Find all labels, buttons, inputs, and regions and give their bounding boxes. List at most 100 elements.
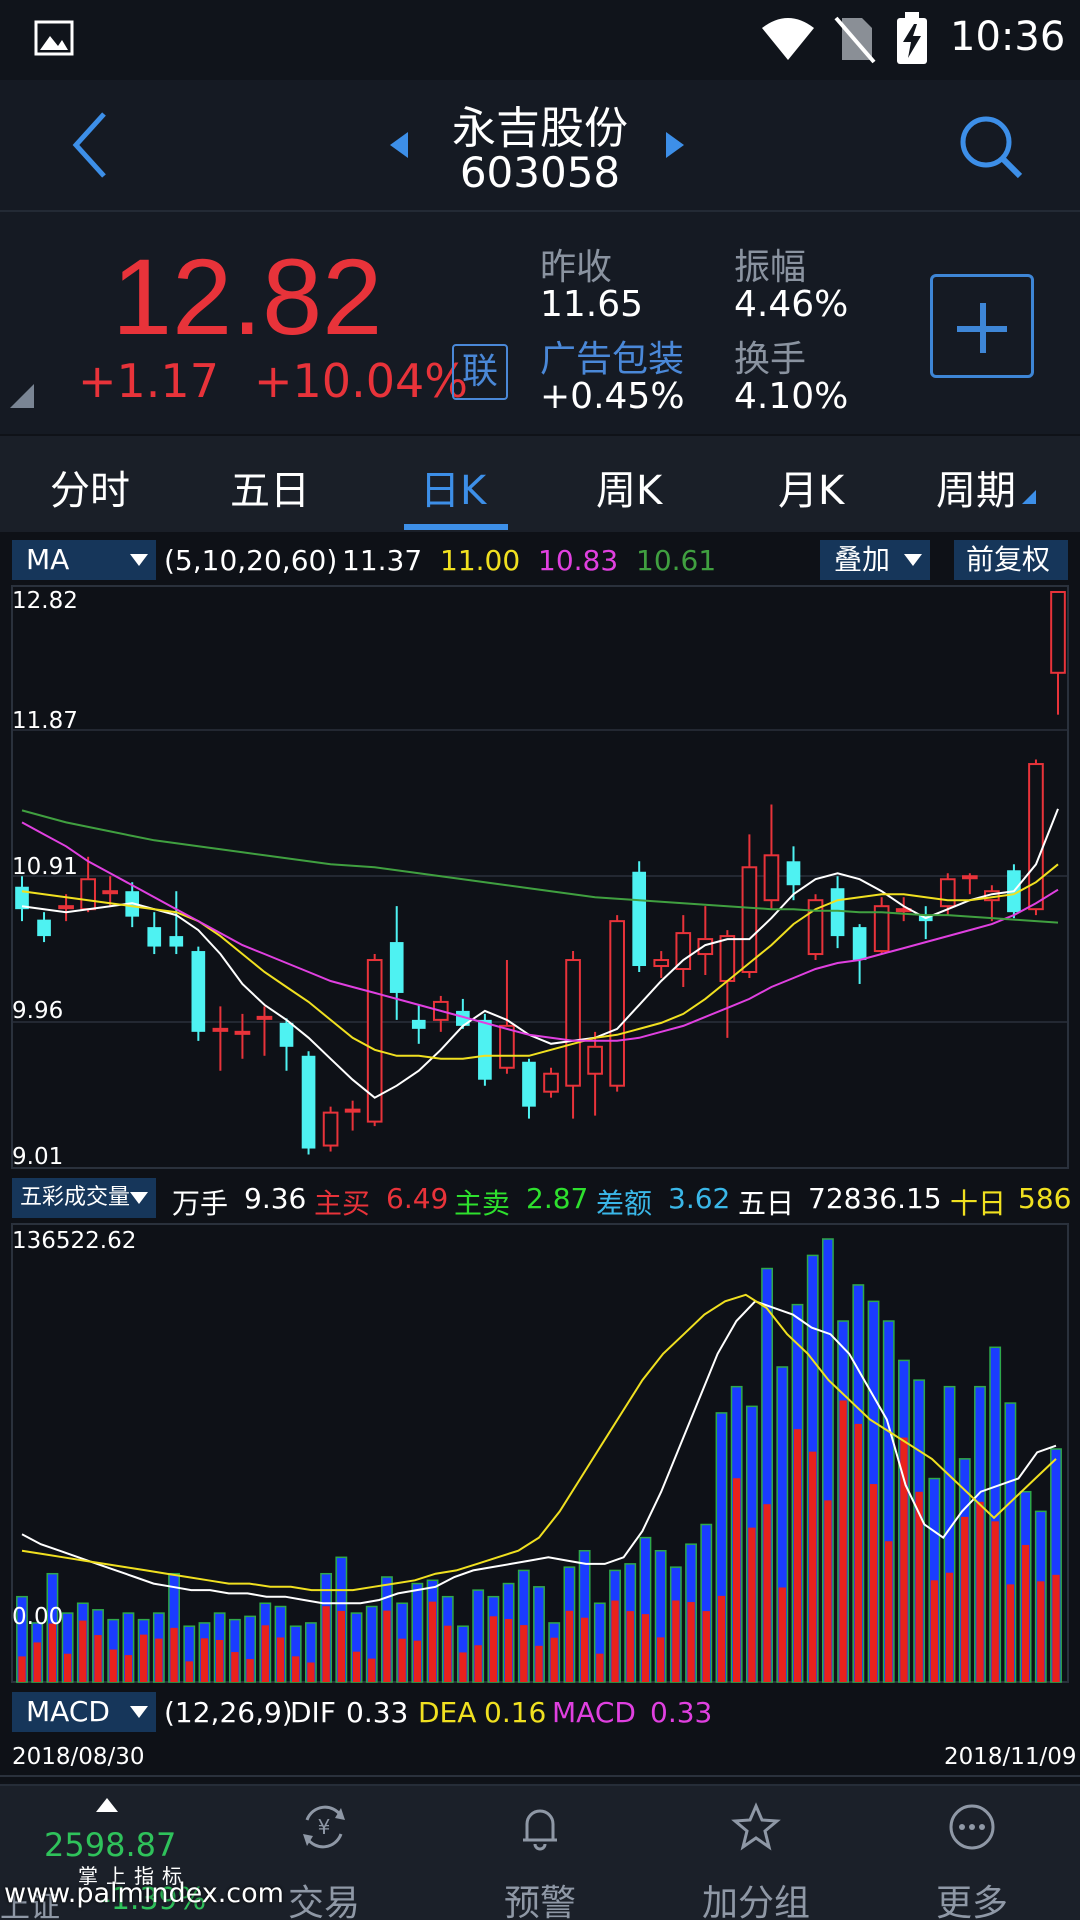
volume-value: 9.36	[244, 1182, 307, 1215]
macd-indicator-label: MACD	[26, 1695, 110, 1728]
volume-bar-buy	[748, 1527, 756, 1682]
candle-body	[344, 1108, 361, 1113]
status-bar: 10:36	[0, 0, 1080, 80]
ten-day-value: 586	[1018, 1182, 1072, 1215]
tab-monthly-k[interactable]: 月K	[778, 458, 844, 516]
candle-body	[565, 959, 581, 1087]
main-buy-value: 6.49	[386, 1182, 449, 1215]
dea-value: 0.16	[484, 1696, 547, 1729]
kline-axis-label: 12.82	[12, 588, 78, 614]
tab-daily-k[interactable]: 日K	[420, 458, 486, 516]
volume-indicator-dropdown[interactable]: 五彩成交量	[12, 1178, 156, 1218]
volume-bar-buy	[520, 1625, 528, 1682]
chevron-down-icon	[130, 1706, 148, 1718]
amplitude-label: 振幅	[734, 247, 807, 288]
macd-indicator-dropdown[interactable]: MACD	[12, 1692, 156, 1732]
yuan-exchange-icon: ¥	[303, 1805, 345, 1849]
volume-bar-buy	[489, 1616, 498, 1682]
volume-bar-buy	[444, 1625, 452, 1682]
nav-add-group-label: 加分组	[701, 1883, 810, 1920]
tab-intraday[interactable]: 分时	[50, 458, 130, 516]
chevron-down-icon	[130, 1192, 148, 1204]
volume-bar-buy	[885, 1541, 893, 1682]
candle-body	[389, 942, 404, 993]
expand-corner-icon[interactable]	[10, 384, 34, 408]
volume-bar-buy	[611, 1600, 619, 1682]
candle-body	[147, 927, 162, 947]
diff-value: 3.62	[668, 1182, 731, 1215]
nav-add-group[interactable]: 加分组	[648, 1786, 864, 1920]
kline-chart[interactable]	[0, 532, 1080, 1782]
add-watchlist-button[interactable]	[930, 274, 1034, 378]
volume-unit: 万手	[172, 1187, 229, 1220]
period-dropdown-icon	[1022, 490, 1036, 504]
kline-axis-label: 10.91	[12, 854, 78, 880]
sector-link[interactable]: 广告包装	[540, 330, 684, 382]
ma5-line	[21, 808, 1059, 1099]
main-sell-label: 主卖	[454, 1187, 511, 1220]
chart-area: MA (5,10,20,60) 11.37 11.00 10.83 10.61 …	[0, 532, 1080, 1782]
main-sell-value: 2.87	[526, 1182, 589, 1215]
tab-weekly-k[interactable]: 周K	[596, 458, 662, 516]
volume-bar-buy	[809, 1451, 817, 1682]
candle-body	[522, 1061, 536, 1107]
svg-text:¥: ¥	[318, 1815, 331, 1839]
candle-body	[80, 878, 96, 911]
volume-bar-buy	[33, 1642, 41, 1682]
volume-bar-buy	[763, 1504, 771, 1682]
candle-body	[58, 905, 74, 910]
stock-header: 永吉股份 603058	[0, 80, 1080, 212]
kline-axis-label: 9.96	[12, 998, 64, 1024]
turnover-value: 4.10%	[734, 376, 849, 417]
candle-body	[1050, 591, 1066, 674]
volume-bar-buy	[428, 1601, 437, 1682]
sector-change: +0.45%	[540, 376, 685, 417]
more-dots-icon	[949, 1804, 995, 1850]
volume-bar-buy	[687, 1602, 695, 1682]
nav-more[interactable]: 更多	[864, 1786, 1080, 1920]
volume-axis-min: 0.00	[12, 1604, 64, 1630]
volume-bar-buy	[398, 1638, 406, 1682]
bell-icon	[523, 1809, 557, 1851]
volume-bar-buy	[307, 1662, 315, 1682]
tab-period[interactable]: 周期	[936, 458, 1036, 516]
dif-value: 0.33	[346, 1696, 409, 1729]
volume-bar-buy	[1021, 1544, 1030, 1682]
start-date: 2018/08/30	[12, 1744, 145, 1770]
candle-body	[609, 920, 625, 1087]
volume-bar-buy	[185, 1661, 193, 1682]
volume-bar-buy	[413, 1640, 422, 1682]
volume-bar-buy	[231, 1652, 239, 1682]
volume-bar-buy	[1006, 1584, 1015, 1682]
volume-bar-buy	[626, 1611, 634, 1682]
lian-badge[interactable]: 联	[452, 344, 508, 400]
volume-bar-buy	[672, 1600, 680, 1682]
amplitude-value: 4.46%	[734, 284, 849, 325]
volume-bar-buy	[961, 1516, 969, 1682]
candle-body	[279, 1022, 294, 1047]
volume-bar-buy	[504, 1618, 513, 1682]
volume-bar-buy	[383, 1610, 391, 1682]
candle-body	[786, 861, 801, 886]
candle-body	[256, 1015, 273, 1020]
active-tab-indicator	[404, 524, 508, 530]
star-icon	[731, 1802, 781, 1851]
volume-axis-max: 136522.62	[12, 1228, 137, 1254]
volume-bar-buy	[139, 1634, 148, 1682]
volume-bar-buy	[1037, 1581, 1045, 1682]
volume-bar-buy	[991, 1521, 999, 1682]
search-icon[interactable]	[958, 114, 1024, 180]
nav-alert[interactable]: 预警	[432, 1786, 648, 1920]
volume-bar-buy	[550, 1637, 558, 1682]
next-stock-icon[interactable]	[664, 130, 686, 160]
candle-body	[632, 871, 647, 967]
volume-bar-buy	[778, 1587, 786, 1682]
tab-five-day[interactable]: 五日	[230, 458, 310, 516]
nav-alert-label: 预警	[503, 1883, 576, 1920]
candle-body	[939, 878, 956, 908]
volume-bar-buy	[246, 1659, 254, 1682]
dea-label: DEA	[418, 1696, 477, 1729]
volume-bar-buy	[94, 1635, 102, 1682]
candle-body	[653, 959, 670, 968]
candle-body	[852, 927, 867, 961]
